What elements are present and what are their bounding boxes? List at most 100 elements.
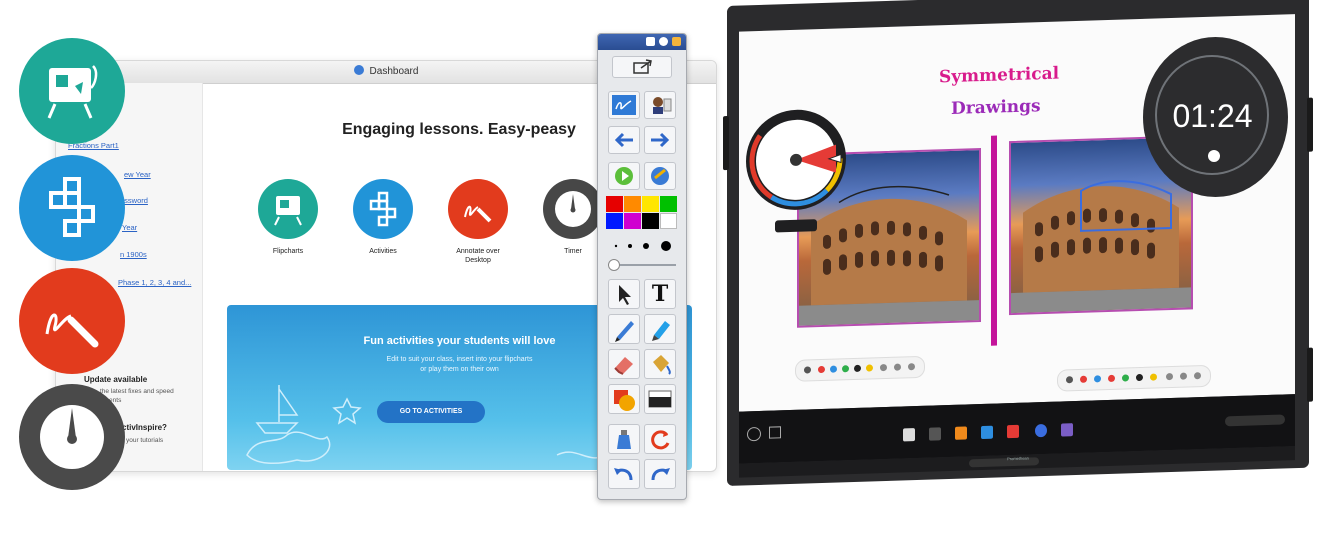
- color-dot[interactable]: [830, 365, 837, 373]
- clear-tool-button[interactable]: [608, 424, 640, 454]
- color-dot[interactable]: [1136, 373, 1143, 382]
- go-to-activities-button[interactable]: GO TO ACTIVITIES: [377, 401, 485, 423]
- panel-side-port: [723, 115, 729, 171]
- palette-close-icon[interactable]: [672, 37, 681, 46]
- play-icon: [615, 167, 633, 185]
- color-dot[interactable]: [854, 364, 861, 373]
- spinner-wheel[interactable]: [745, 84, 847, 237]
- pdf-app-icon[interactable]: [1007, 424, 1019, 439]
- delete-icon[interactable]: [908, 363, 915, 371]
- highlighter-icon: [652, 321, 670, 341]
- palette-menu-icon[interactable]: [646, 37, 655, 46]
- text-tool-button[interactable]: T: [644, 279, 676, 309]
- pen-icon[interactable]: [804, 366, 811, 374]
- color-swatch-magenta[interactable]: [624, 213, 641, 229]
- color-dot[interactable]: [818, 365, 825, 374]
- next-page-button[interactable]: [644, 126, 676, 154]
- color-swatch-yellow[interactable]: [642, 196, 659, 212]
- sidebar-link[interactable]: Phase 1, 2, 3, 4 and...: [118, 278, 191, 287]
- screen-shade-icon: [648, 390, 672, 408]
- update-title: Update available: [84, 375, 148, 384]
- whiteboard-app-icon[interactable]: [903, 428, 915, 442]
- timer-play-button[interactable]: [1208, 150, 1220, 162]
- chrome-app-icon[interactable]: [1035, 423, 1047, 438]
- banner-subtitle: Edit to suit your class, insert into you…: [386, 356, 533, 373]
- learn-title[interactable]: ctivInspire?: [122, 423, 167, 432]
- arrow-right-icon: [651, 132, 670, 148]
- color-dot[interactable]: [1122, 374, 1129, 382]
- color-swatch-green[interactable]: [660, 196, 677, 212]
- annotation-toolbar-left[interactable]: [795, 355, 925, 382]
- color-swatch-blue[interactable]: [606, 213, 623, 229]
- color-dot[interactable]: [1108, 374, 1115, 383]
- slide-title-line1: Symmetrical: [939, 63, 1060, 88]
- eraser-icon: [614, 357, 633, 375]
- pen-width-selector[interactable]: [606, 236, 678, 256]
- back-icon[interactable]: [769, 426, 781, 439]
- timer-feature[interactable]: [19, 384, 125, 490]
- panel-side-port: [1307, 347, 1313, 402]
- timer-icon: [543, 179, 603, 239]
- reset-page-button[interactable]: [644, 424, 676, 454]
- eraser-tool-button[interactable]: [608, 349, 640, 379]
- share-button[interactable]: [612, 56, 672, 78]
- width-slider-handle[interactable]: [608, 259, 620, 271]
- activities-icon: [49, 177, 95, 237]
- color-dot[interactable]: [1150, 373, 1157, 381]
- file-app-icon[interactable]: [981, 425, 993, 440]
- window-title-text: Dashboard: [369, 66, 419, 77]
- tile-label: Annotate over Desktop: [456, 248, 500, 264]
- fill-tool-button[interactable]: [644, 349, 676, 379]
- select-tool-button[interactable]: [608, 279, 640, 309]
- tile-annotate[interactable]: Annotate over Desktop: [433, 179, 523, 265]
- color-swatch-white[interactable]: [660, 213, 677, 229]
- annotation-toolbar-right[interactable]: [1057, 364, 1211, 392]
- palette-header[interactable]: [598, 34, 686, 50]
- highlighter-tool-button[interactable]: [644, 314, 676, 344]
- user-icon: [653, 97, 672, 114]
- flipchart-icon: [47, 65, 98, 119]
- system-tray[interactable]: [1225, 414, 1285, 427]
- home-icon[interactable]: [747, 426, 761, 442]
- browser-app-icon[interactable]: [955, 426, 967, 440]
- screen-share-app-icon[interactable]: [929, 427, 941, 441]
- eraser-icon[interactable]: [1166, 372, 1173, 381]
- previous-page-button[interactable]: [608, 126, 640, 154]
- delete-icon[interactable]: [1194, 372, 1201, 380]
- eraser-icon[interactable]: [880, 363, 887, 372]
- tile-label: Flipcharts: [272, 248, 304, 255]
- resource-browser-button[interactable]: [644, 162, 676, 190]
- handwriting-button[interactable]: [608, 91, 640, 119]
- pen-tool-button[interactable]: [608, 314, 640, 344]
- tile-activities[interactable]: Activities: [338, 179, 428, 256]
- tile-flipcharts[interactable]: Flipcharts: [243, 179, 333, 256]
- undo-icon[interactable]: [894, 363, 901, 371]
- flipchart-feature[interactable]: [19, 38, 125, 144]
- sidebar-link[interactable]: ew Year: [124, 170, 151, 179]
- tool-palette: T: [597, 33, 687, 500]
- undo-button[interactable]: [608, 459, 640, 489]
- undo-icon[interactable]: [1180, 372, 1187, 380]
- color-swatch-orange[interactable]: [624, 196, 641, 212]
- annotate-feature[interactable]: [19, 268, 125, 374]
- screen-shade-button[interactable]: [644, 384, 676, 414]
- activities-feature[interactable]: [19, 155, 125, 261]
- shape-tool-button[interactable]: [608, 384, 640, 414]
- color-dot[interactable]: [1094, 375, 1101, 383]
- color-swatch-red[interactable]: [606, 196, 623, 212]
- color-dot[interactable]: [1080, 375, 1087, 383]
- spinner-app-icon[interactable]: [1061, 423, 1073, 437]
- color-dot[interactable]: [842, 365, 849, 373]
- color-dot[interactable]: [866, 364, 873, 372]
- color-swatch-black[interactable]: [642, 213, 659, 229]
- panel-side-port: [1307, 97, 1313, 152]
- globe-icon: [651, 167, 669, 185]
- user-button[interactable]: [644, 91, 676, 119]
- pen-icon[interactable]: [1066, 376, 1073, 384]
- annotate-icon: [448, 179, 508, 239]
- timer-icon: [40, 405, 104, 469]
- flipchart-icon: [258, 179, 318, 239]
- palette-pin-icon[interactable]: [659, 37, 668, 46]
- redo-button[interactable]: [644, 459, 676, 489]
- play-button[interactable]: [608, 162, 640, 190]
